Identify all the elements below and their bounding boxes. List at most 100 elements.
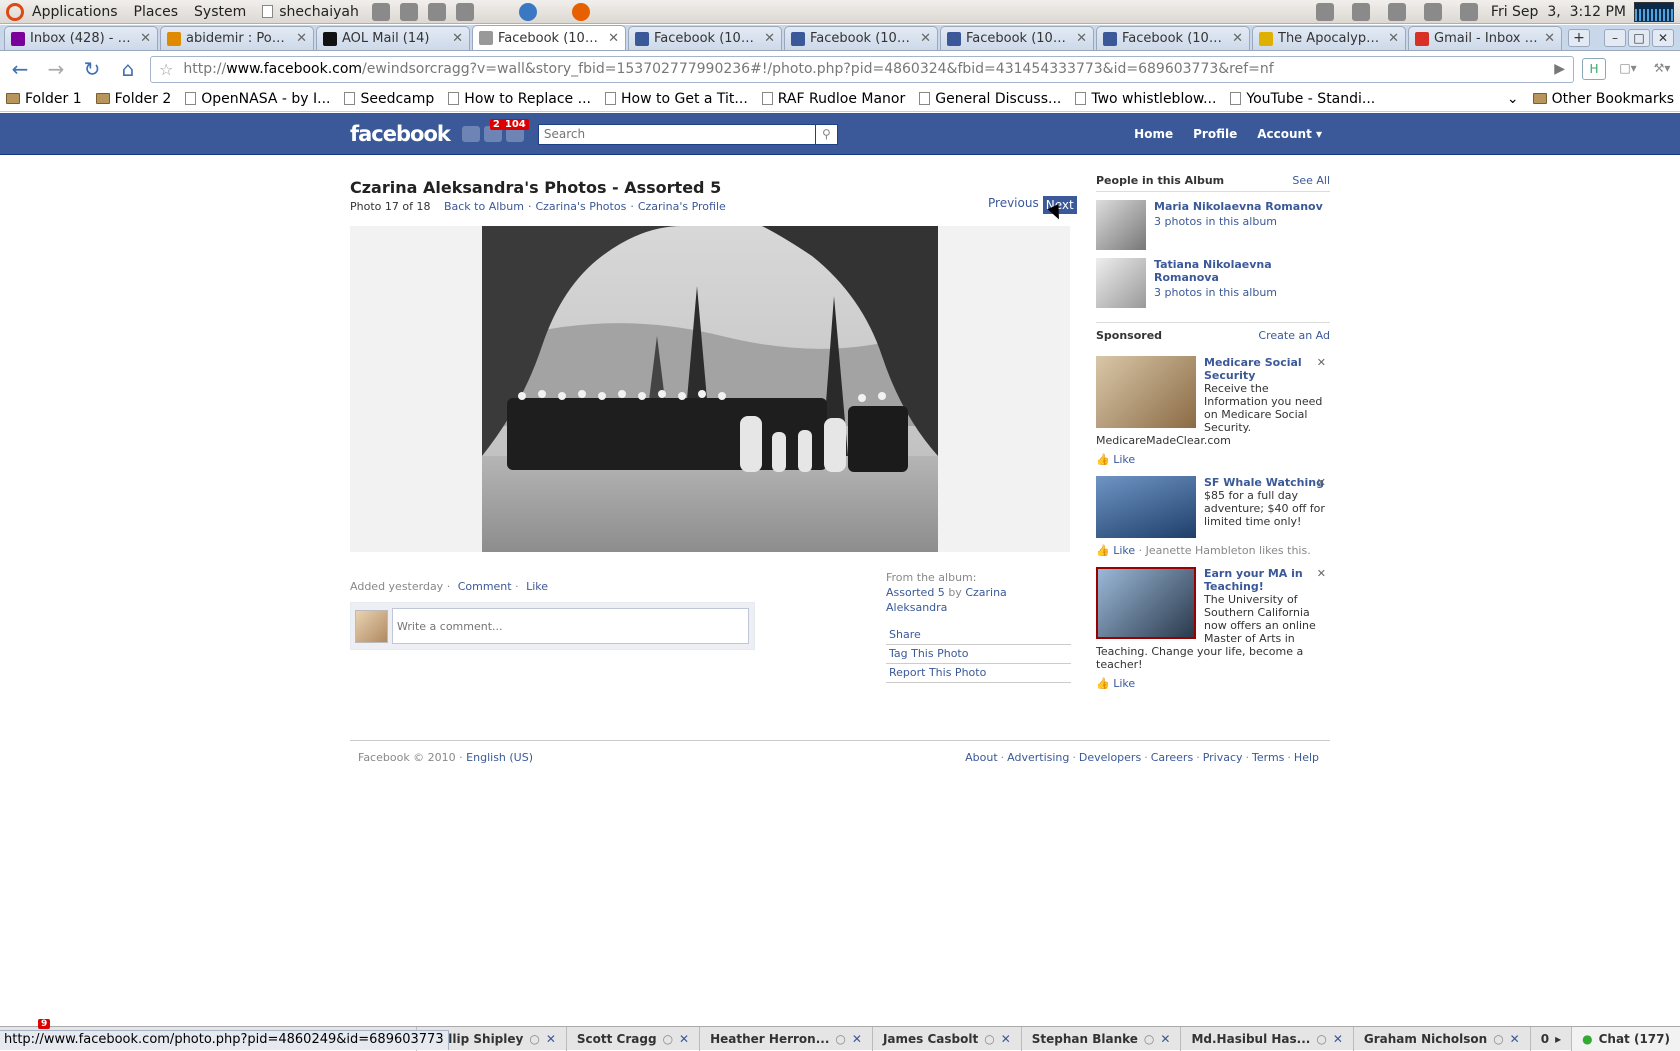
extension-icon[interactable]: H <box>1582 58 1606 80</box>
comment-input[interactable] <box>392 608 749 644</box>
wrench-menu-icon[interactable]: ⚒▾ <box>1650 58 1674 80</box>
ad-like-link[interactable]: Like <box>1113 544 1135 557</box>
person-photo-count[interactable]: 3 photos in this album <box>1154 215 1323 228</box>
owner-photos-link[interactable]: Czarina's Photos <box>535 200 626 213</box>
printer-icon[interactable] <box>1423 2 1442 21</box>
chat-tab[interactable]: Md.Hasibul Has... ○ ✕ <box>1180 1026 1352 1051</box>
settings-icon[interactable] <box>427 2 446 21</box>
browser-tab[interactable]: AOL Mail (14) ✕ <box>316 26 470 50</box>
close-icon[interactable]: ✕ <box>296 31 307 46</box>
browser-tab[interactable]: abidemir : Post... ✕ <box>160 26 314 50</box>
footer-link-advertising[interactable]: Advertising <box>1007 751 1069 764</box>
previous-link[interactable]: Previous <box>988 196 1039 214</box>
chat-tab[interactable]: James Casbolt ○ ✕ <box>871 1026 1021 1051</box>
facebook-logo[interactable]: facebook <box>350 122 451 146</box>
photo-image[interactable] <box>482 226 938 552</box>
other-bookmarks[interactable]: Other Bookmarks <box>1532 91 1674 107</box>
reload-icon[interactable]: ↻ <box>78 56 106 82</box>
minimize-icon[interactable]: – <box>1604 29 1626 47</box>
browser-tab[interactable]: Facebook (105... ✕ <box>628 26 782 50</box>
see-all-link[interactable]: See All <box>1292 174 1330 187</box>
footer-link-about[interactable]: About <box>965 751 998 764</box>
close-icon[interactable]: ✕ <box>1001 1032 1011 1046</box>
close-icon[interactable]: ✕ <box>1317 567 1326 580</box>
new-tab-button[interactable]: + <box>1568 29 1590 47</box>
close-icon[interactable]: ✕ <box>764 31 775 46</box>
network-icon[interactable] <box>1459 2 1478 21</box>
menu-applications[interactable]: Applications <box>24 4 126 20</box>
search-input[interactable] <box>537 123 816 145</box>
chat-overflow[interactable]: 0 ▸ <box>1529 1026 1571 1051</box>
close-icon[interactable]: ✕ <box>852 1032 862 1046</box>
chat-tab[interactable]: Scott Cragg ○ ✕ <box>565 1026 699 1051</box>
ad-like-link[interactable]: Like <box>1113 677 1135 690</box>
close-window-icon[interactable]: ✕ <box>1652 29 1674 47</box>
bookmark-item[interactable]: General Discuss... <box>919 91 1061 107</box>
owner-profile-link[interactable]: Czarina's Profile <box>638 200 726 213</box>
tag-photo-link[interactable]: Tag This Photo <box>886 645 1071 664</box>
create-ad-link[interactable]: Create an Ad <box>1258 329 1330 342</box>
power-icon[interactable] <box>371 2 390 21</box>
language-link[interactable]: English (US) <box>466 751 533 764</box>
close-icon[interactable]: ✕ <box>1317 476 1326 489</box>
ad-like-link[interactable]: Like <box>1113 453 1135 466</box>
address-bar[interactable]: ☆ http://www.facebook.com/ewindsorcragg?… <box>150 55 1574 83</box>
ad-image[interactable] <box>1096 567 1196 639</box>
browser-tab[interactable]: Inbox (428) - Y... ✕ <box>4 26 158 50</box>
close-icon[interactable]: ✕ <box>1160 1032 1170 1046</box>
close-icon[interactable]: ✕ <box>1510 1032 1520 1046</box>
system-monitor-graph[interactable] <box>1634 1 1674 22</box>
bookmark-item[interactable]: OpenNASA - by I... <box>185 91 330 107</box>
bookmarks-overflow-chevron-icon[interactable]: ⌄ <box>1507 91 1519 107</box>
chat-tab[interactable]: Heather Herron... ○ ✕ <box>699 1026 872 1051</box>
search-icon[interactable]: ⚲ <box>815 123 838 145</box>
footer-link-developers[interactable]: Developers <box>1079 751 1141 764</box>
footer-link-privacy[interactable]: Privacy <box>1203 751 1243 764</box>
nav-profile[interactable]: Profile <box>1185 121 1245 147</box>
browser-tab[interactable]: Facebook (106)... ✕ <box>1096 26 1250 50</box>
chrome-icon[interactable] <box>518 2 537 21</box>
close-icon[interactable]: ✕ <box>1076 31 1087 46</box>
bookmark-star-icon[interactable]: ☆ <box>159 60 173 79</box>
close-icon[interactable]: ✕ <box>1388 31 1399 46</box>
person-name[interactable]: Maria Nikolaevna Romanov <box>1154 200 1323 213</box>
person-name[interactable]: Tatiana Nikolaevna Romanova <box>1154 258 1330 284</box>
report-photo-link[interactable]: Report This Photo <box>886 664 1071 683</box>
bookmark-item[interactable]: RAF Rudloe Manor <box>761 91 905 107</box>
browser-tab[interactable]: Facebook (106... ✕ <box>784 26 938 50</box>
bookmark-item[interactable]: How to Get a Tit... <box>604 91 748 107</box>
footer-link-terms[interactable]: Terms <box>1252 751 1284 764</box>
browser-tab[interactable]: Facebook (106... ✕ <box>940 26 1094 50</box>
browser-tab[interactable]: The Apocalyps... ✕ <box>1252 26 1406 50</box>
footer-link-careers[interactable]: Careers <box>1151 751 1194 764</box>
back-arrow-icon[interactable]: ← <box>6 56 34 82</box>
footer-link-help[interactable]: Help <box>1294 751 1319 764</box>
ad-item[interactable]: ✕ SF Whale Watching $85 for a full day a… <box>1096 476 1330 557</box>
ad-item[interactable]: ✕ Earn your MA in Teaching! The Universi… <box>1096 567 1330 690</box>
friend-requests-icon[interactable] <box>461 126 480 142</box>
album-link[interactable]: Assorted 5 <box>886 586 945 599</box>
clock[interactable]: Fri Sep 3, 3:12 PM <box>1491 4 1626 20</box>
close-icon[interactable]: ✕ <box>140 31 151 46</box>
browser-tab[interactable]: Gmail - Inbox (... ✕ <box>1408 26 1562 50</box>
display-icon[interactable] <box>1315 2 1334 21</box>
bookmark-item[interactable]: Folder 2 <box>95 91 171 107</box>
nav-home[interactable]: Home <box>1126 121 1181 147</box>
comment-link[interactable]: Comment <box>458 580 512 593</box>
ad-item[interactable]: ✕ Medicare Social Security Receive the I… <box>1096 356 1330 466</box>
person-thumbnail[interactable] <box>1096 200 1146 250</box>
ubuntu-logo-icon[interactable] <box>6 2 24 21</box>
camera-icon[interactable] <box>399 2 418 21</box>
bookmark-item[interactable]: YouTube - Standi... <box>1230 91 1375 107</box>
forward-arrow-icon[interactable]: → <box>42 56 70 82</box>
close-icon[interactable]: ✕ <box>546 1032 556 1046</box>
home-icon[interactable]: ⌂ <box>114 56 142 82</box>
close-icon[interactable]: ✕ <box>1333 1032 1343 1046</box>
go-arrow-icon[interactable]: ▶ <box>1554 61 1565 77</box>
list-item[interactable]: Maria Nikolaevna Romanov 3 photos in this… <box>1096 200 1330 250</box>
bookmark-item[interactable]: Seedcamp <box>344 91 434 107</box>
like-link[interactable]: Like <box>526 580 548 593</box>
close-icon[interactable]: ✕ <box>679 1032 689 1046</box>
close-icon[interactable]: ✕ <box>1232 31 1243 46</box>
terminal-icon[interactable] <box>455 2 474 21</box>
